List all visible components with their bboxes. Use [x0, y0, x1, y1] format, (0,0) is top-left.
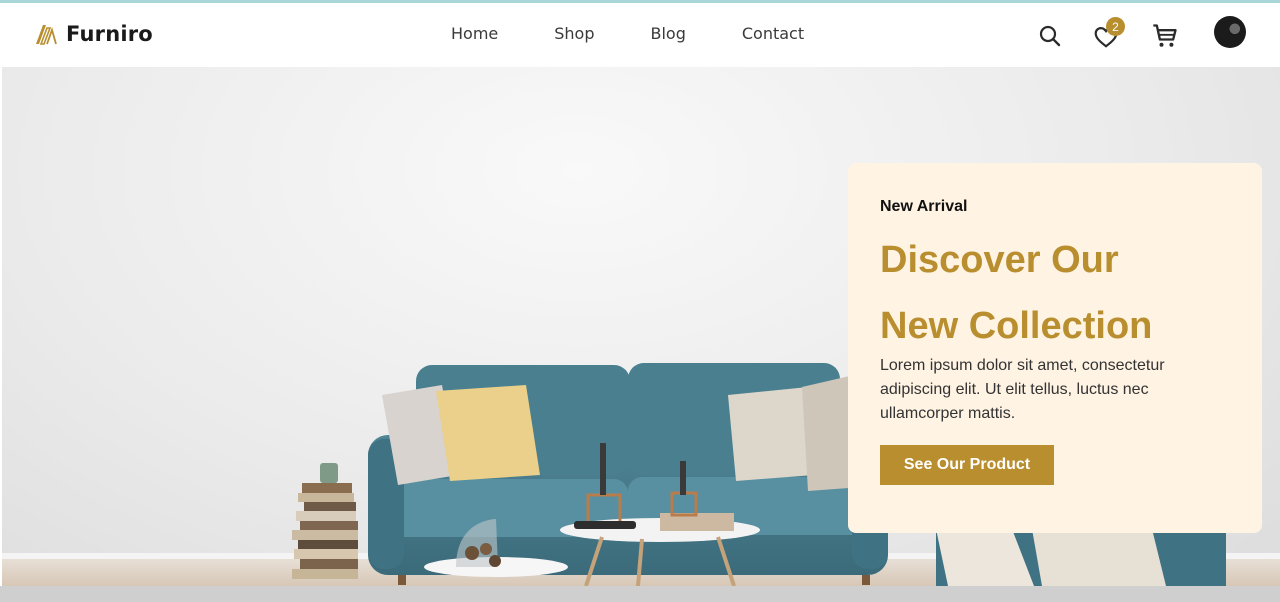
hero-description: Lorem ipsum dolor sit amet, consectetur … [880, 357, 1165, 422]
hero-eyebrow: New Arrival [880, 198, 968, 215]
hero-title-line-2: New Collection [880, 305, 1153, 347]
hero-title-line-1: Discover Our [880, 239, 1119, 281]
hero-title: Discover Our New Collection [880, 227, 1240, 359]
search-button[interactable] [1036, 22, 1064, 50]
cart-icon [1153, 24, 1177, 47]
nav-actions: 2 [0, 3, 1280, 67]
profile-avatar[interactable] [1214, 16, 1246, 48]
wishlist-count-badge: 2 [1106, 17, 1125, 36]
see-our-product-button[interactable]: See Our Product [880, 445, 1054, 485]
cart-button[interactable] [1150, 21, 1180, 51]
bottom-strip [0, 586, 1280, 602]
hero-promo-card: New Arrival Discover Our New Collection … [848, 163, 1262, 533]
search-icon [1039, 25, 1061, 47]
navbar: Furniro Home Shop Blog Contact 2 [0, 3, 1280, 67]
